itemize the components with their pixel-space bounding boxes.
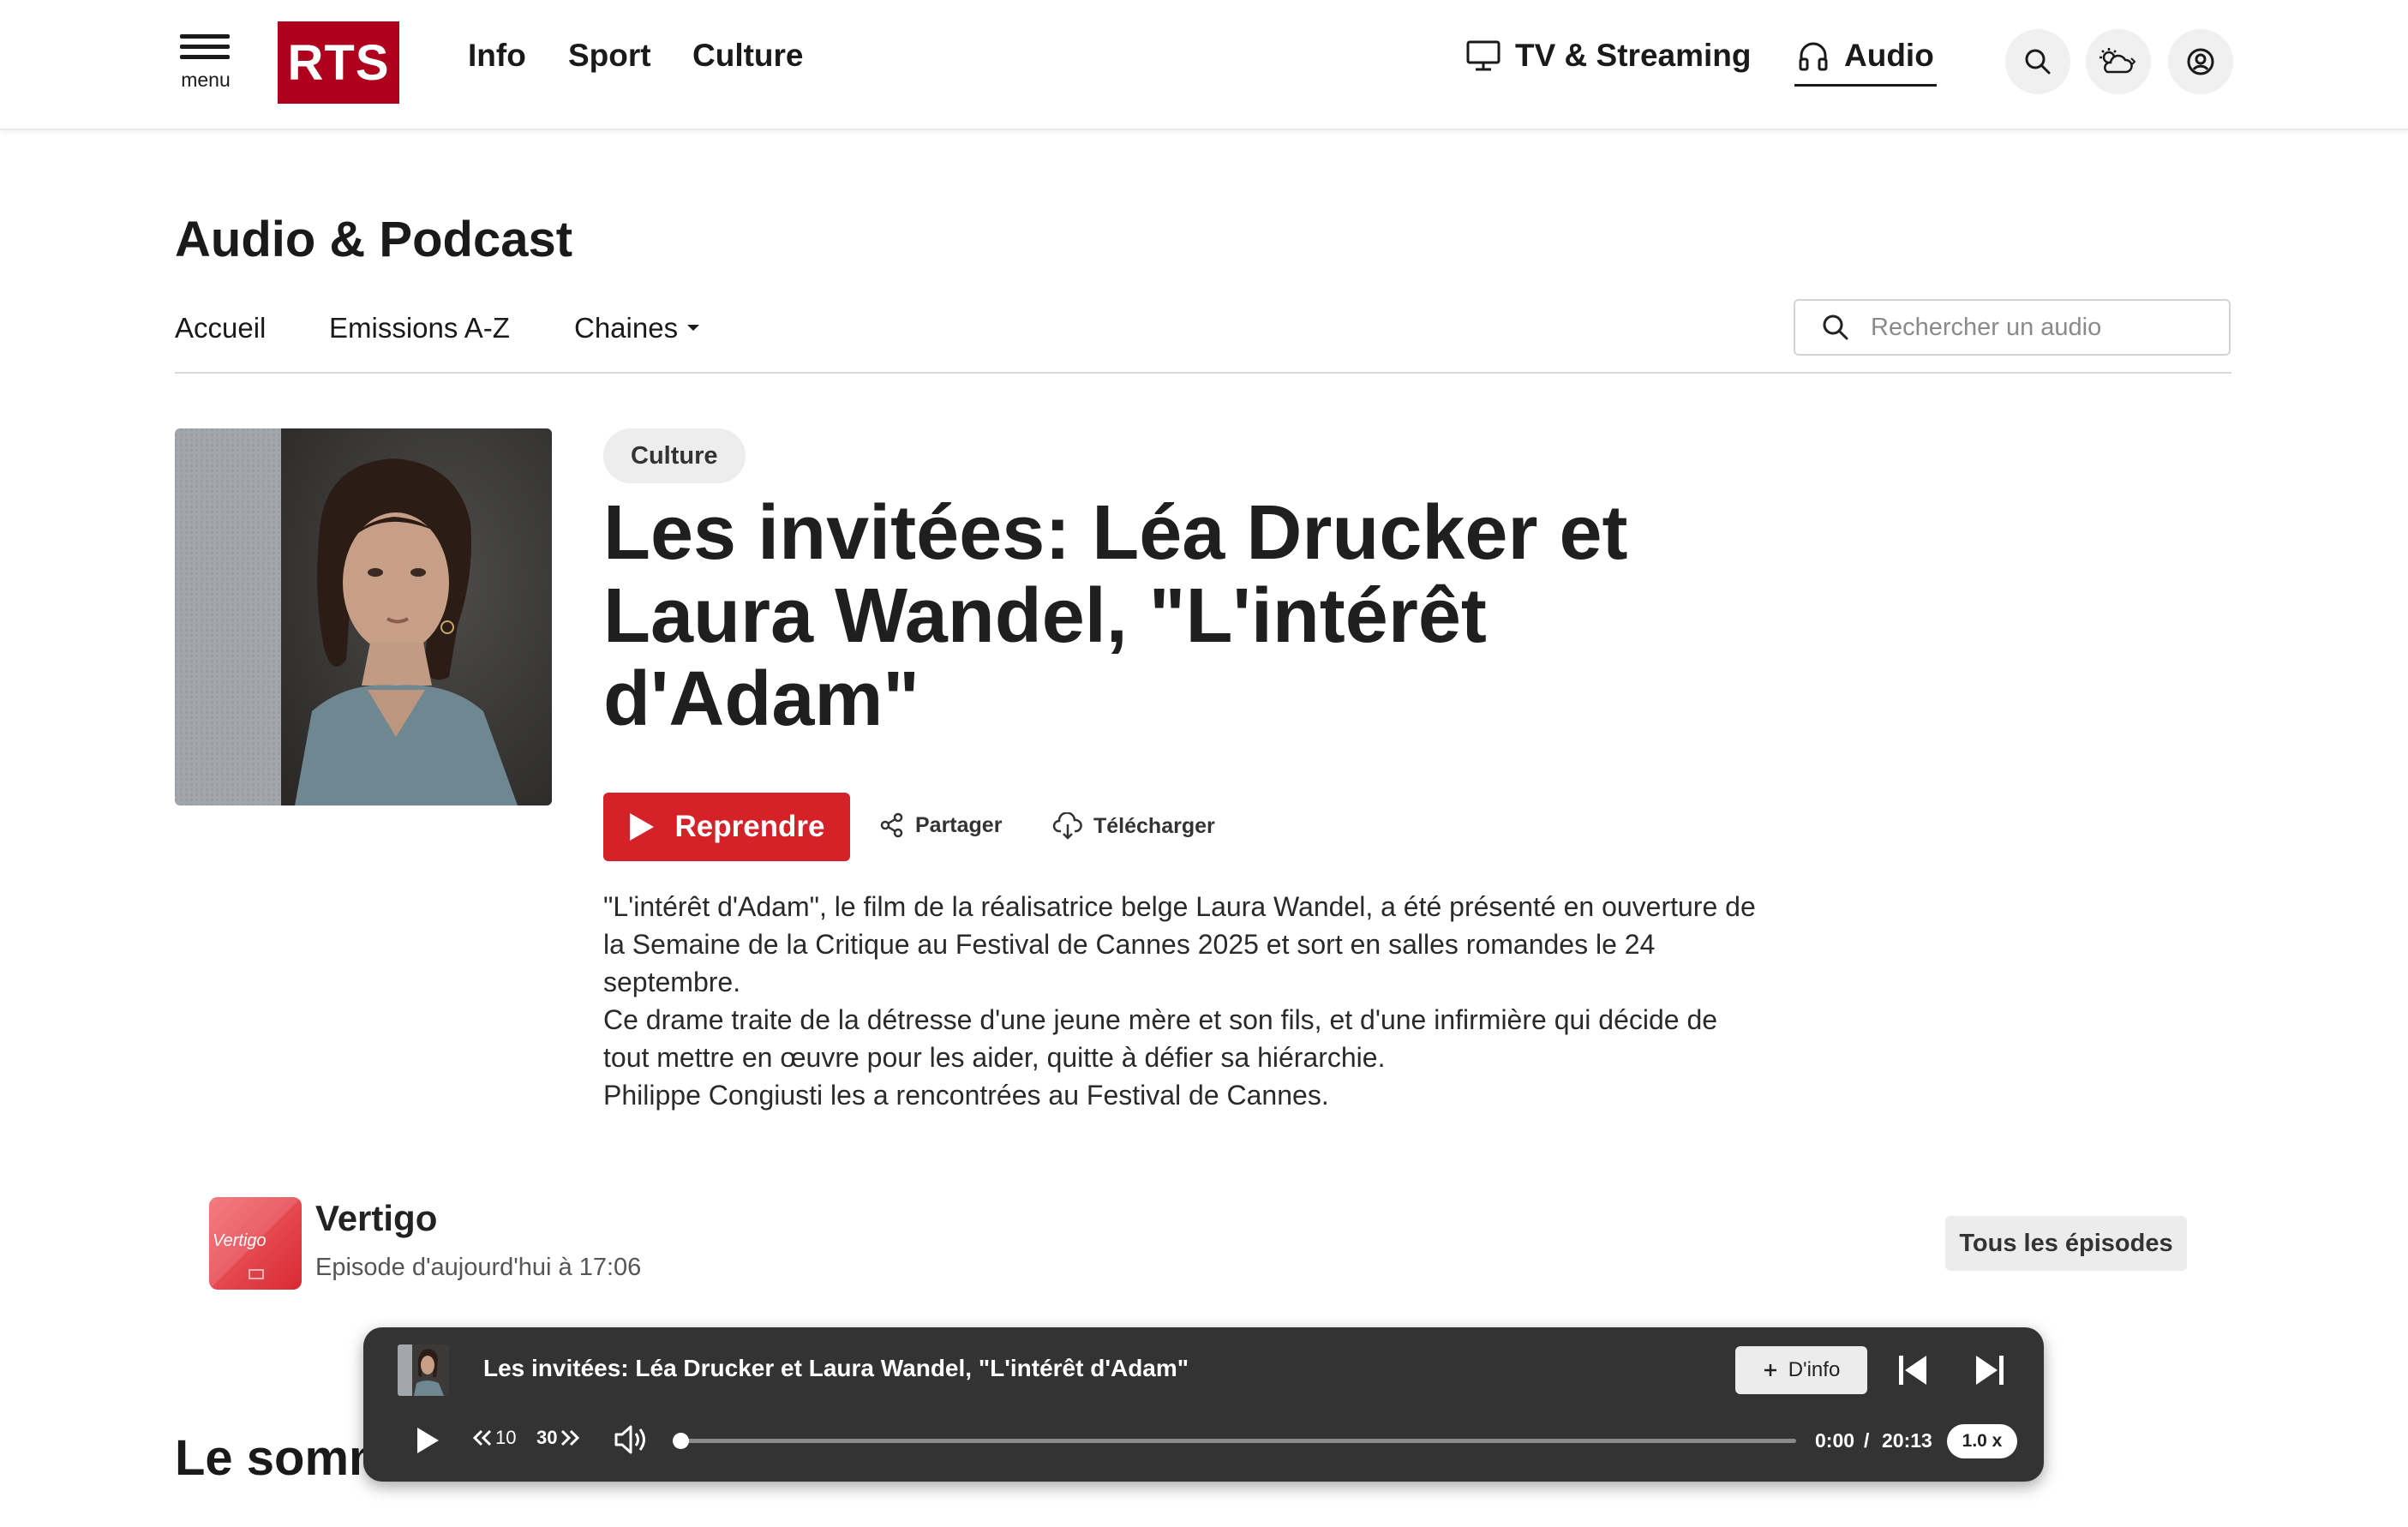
account-button[interactable] xyxy=(2168,29,2233,94)
description-paragraph: Ce drame traite de la détresse d'une jeu… xyxy=(603,1004,1718,1073)
next-track-icon[interactable] xyxy=(1974,1353,2005,1387)
show-thumbnail[interactable]: Vertigo xyxy=(209,1197,302,1290)
share-button[interactable]: Partager xyxy=(879,812,1002,838)
caret-down-icon xyxy=(686,324,700,332)
description-paragraph: Philippe Congiusti les a rencontrées au … xyxy=(603,1080,1329,1111)
duration: 20:13 xyxy=(1882,1429,1932,1452)
description-paragraph: "L'intérêt d'Adam", le film de la réalis… xyxy=(603,891,1756,997)
nav-tv-label: TV & Streaming xyxy=(1515,38,1752,73)
progress-track[interactable] xyxy=(680,1439,1796,1443)
tv-icon xyxy=(1465,39,1501,73)
resume-button[interactable]: Reprendre xyxy=(603,793,850,861)
forward-label: 30 xyxy=(536,1427,558,1448)
nav-culture[interactable]: Culture xyxy=(692,38,804,74)
forward-30-button[interactable]: 30 xyxy=(536,1427,581,1449)
time-separator: / xyxy=(1864,1429,1870,1452)
share-label: Partager xyxy=(915,812,1003,837)
rewind-label: 10 xyxy=(495,1427,517,1448)
cloud-download-icon xyxy=(1052,812,1083,840)
site-header: menu RTS Info Sport Culture TV & Streami… xyxy=(0,0,2408,130)
plus-icon xyxy=(1763,1362,1778,1378)
show-episode-date: Episode d'aujourd'hui à 17:06 xyxy=(315,1254,642,1281)
audio-player: Les invitées: Léa Drucker et Laura Wande… xyxy=(363,1327,2044,1482)
episode-title: Les invitées: Léa Drucker et Laura Wande… xyxy=(603,490,1628,742)
search-icon xyxy=(1821,313,1850,342)
nav-audio[interactable]: Audio xyxy=(1796,38,1934,74)
fast-forward-icon xyxy=(559,1428,581,1447)
subnav-accueil[interactable]: Accueil xyxy=(175,312,266,344)
playback-speed-button[interactable]: 1.0 x xyxy=(1947,1424,2017,1458)
subnav-emissions-az[interactable]: Emissions A-Z xyxy=(329,312,510,344)
play-icon[interactable] xyxy=(415,1425,440,1456)
headphones-icon xyxy=(1796,39,1830,73)
menu-button[interactable]: menu xyxy=(177,34,235,94)
rewind-10-button[interactable]: 10 xyxy=(471,1427,516,1449)
episode-description: "L'intérêt d'Adam", le film de la réalis… xyxy=(603,888,1769,1114)
category-tag[interactable]: Culture xyxy=(603,428,746,483)
previous-track-icon[interactable] xyxy=(1897,1353,1928,1387)
subnav-chaines[interactable]: Chaines xyxy=(574,312,700,344)
user-icon xyxy=(2185,46,2216,77)
nav-audio-label: Audio xyxy=(1844,38,1934,73)
download-label: Télécharger xyxy=(1093,813,1215,838)
progress-handle[interactable] xyxy=(673,1433,689,1449)
current-time: 0:00 xyxy=(1815,1429,1855,1452)
nav-sport[interactable]: Sport xyxy=(568,38,651,74)
radio-badge-icon xyxy=(249,1269,264,1279)
all-episodes-button[interactable]: Tous les épisodes xyxy=(1945,1216,2187,1271)
active-nav-underline xyxy=(1794,84,1937,87)
more-info-button[interactable]: D'info xyxy=(1735,1346,1867,1394)
rewind-icon xyxy=(471,1428,494,1447)
audio-search[interactable] xyxy=(1794,299,2231,356)
resume-label: Reprendre xyxy=(674,810,825,843)
play-icon xyxy=(628,811,656,842)
audio-search-input[interactable] xyxy=(1869,312,2215,343)
episode-cover-image xyxy=(175,428,552,805)
search-button[interactable] xyxy=(2005,29,2070,94)
nav-tv-streaming[interactable]: TV & Streaming xyxy=(1465,38,1752,74)
more-info-label: D'info xyxy=(1788,1358,1841,1381)
menu-label: menu xyxy=(181,69,231,91)
rts-logo[interactable]: RTS xyxy=(278,21,399,104)
player-thumbnail xyxy=(398,1344,449,1396)
search-icon xyxy=(2022,46,2053,77)
show-thumb-text: Vertigo xyxy=(213,1231,267,1250)
section-title: Audio & Podcast xyxy=(175,212,573,267)
download-button[interactable]: Télécharger xyxy=(1052,812,1215,840)
volume-icon[interactable] xyxy=(614,1423,650,1456)
show-name[interactable]: Vertigo xyxy=(315,1198,437,1239)
share-icon xyxy=(879,812,905,838)
weather-button[interactable] xyxy=(2086,29,2151,94)
nav-info[interactable]: Info xyxy=(468,38,526,74)
section-divider xyxy=(175,372,2231,374)
weather-icon xyxy=(2097,46,2140,77)
subnav-chaines-label: Chaines xyxy=(574,312,679,344)
player-title: Les invitées: Léa Drucker et Laura Wande… xyxy=(483,1355,1189,1381)
